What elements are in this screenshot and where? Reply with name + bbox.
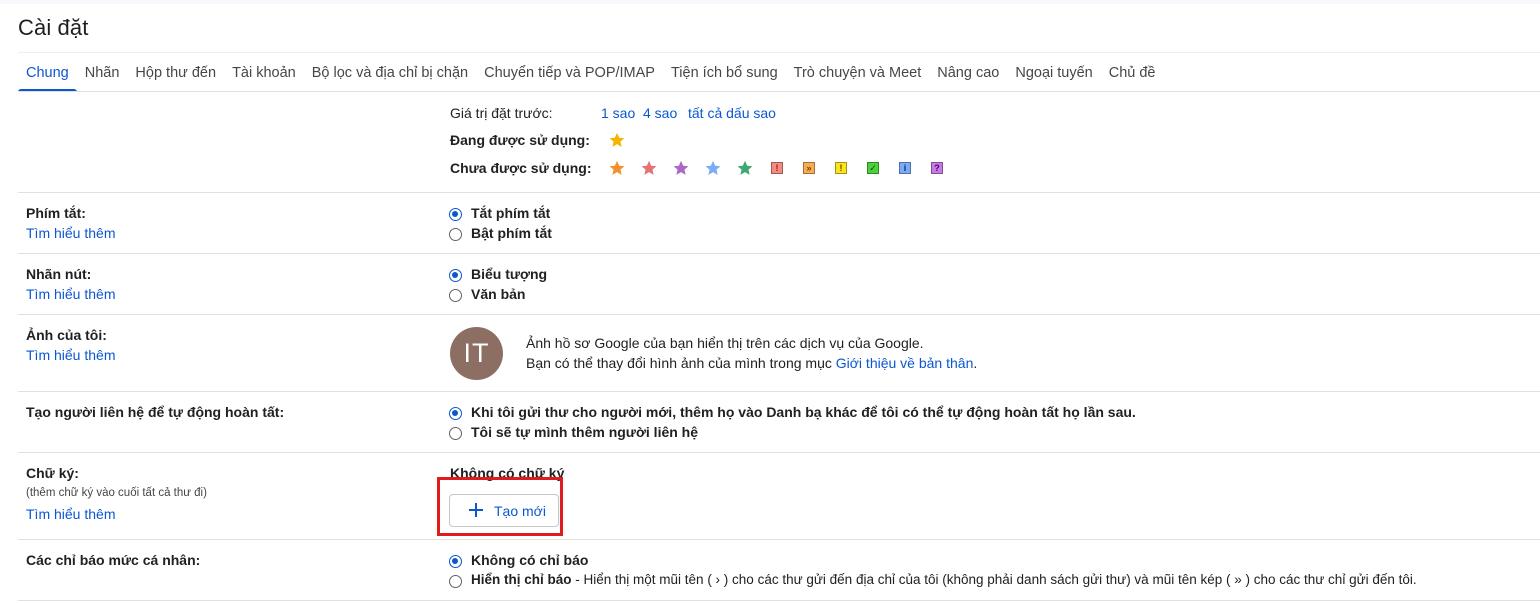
- tab-labels[interactable]: Nhãn: [77, 54, 128, 92]
- signature-learn-more-link[interactable]: Tìm hiểu thêm: [26, 506, 115, 522]
- divider: [18, 52, 1540, 53]
- my-picture-info-prefix: Bạn có thể thay đổi hình ảnh của mình tr…: [526, 355, 836, 371]
- autocomplete-manual-label[interactable]: Tôi sẽ tự mình thêm người liên hệ: [471, 424, 698, 440]
- tab-general[interactable]: Chung: [18, 54, 77, 92]
- shortcuts-learn-more-link[interactable]: Tìm hiểu thêm: [26, 225, 115, 241]
- indicators-none-label[interactable]: Không có chỉ báo: [471, 552, 588, 568]
- tab-themes[interactable]: Chủ đề: [1101, 54, 1164, 92]
- autocomplete-manual-radio[interactable]: [449, 427, 462, 440]
- preset-all-stars-link[interactable]: tất cả dấu sao: [688, 105, 776, 121]
- signature-sublabel: (thêm chữ ký vào cuối tất cả thư đi): [26, 487, 207, 499]
- indicators-show-label: Hiển thị chỉ báo: [471, 572, 572, 587]
- create-new-signature-button[interactable]: Tạo mới: [449, 494, 559, 527]
- autocomplete-auto-label[interactable]: Khi tôi gửi thư cho người mới, thêm họ v…: [471, 404, 1136, 420]
- tab-inbox[interactable]: Hộp thư đến: [127, 54, 224, 92]
- button-labels-icons-label[interactable]: Biểu tượng: [471, 266, 547, 282]
- purple-star-icon[interactable]: [672, 159, 690, 177]
- tab-filters[interactable]: Bộ lọc và địa chỉ bị chặn: [304, 54, 476, 92]
- tabs-divider: [18, 91, 1540, 92]
- purple-question-icon[interactable]: ?: [931, 162, 943, 174]
- tab-advanced[interactable]: Nâng cao: [929, 54, 1007, 92]
- green-check-icon[interactable]: ✓: [867, 162, 879, 174]
- about-me-link[interactable]: Giới thiệu về bản thân: [836, 355, 974, 371]
- my-picture-info-line2: Bạn có thể thay đổi hình ảnh của mình tr…: [526, 355, 977, 371]
- indicators-show-description: - Hiển thị một mũi tên ( › ) cho các thư…: [571, 572, 1417, 587]
- button-labels-icons-radio[interactable]: [449, 269, 462, 282]
- shortcuts-off-label[interactable]: Tắt phím tắt: [471, 205, 550, 221]
- no-signature-text: Không có chữ ký: [450, 465, 565, 481]
- divider: [18, 539, 1540, 540]
- settings-page: Cài đặt Chung Nhãn Hộp thư đến Tài khoản…: [0, 0, 1540, 603]
- yellow-star-icon[interactable]: [608, 131, 626, 149]
- red-bang-icon[interactable]: !: [771, 162, 783, 174]
- button-labels-text-label[interactable]: Văn bản: [471, 286, 525, 302]
- shortcuts-label: Phím tắt:: [26, 205, 86, 221]
- blue-info-icon[interactable]: i: [899, 162, 911, 174]
- divider: [18, 452, 1540, 453]
- orange-star-icon[interactable]: [608, 159, 626, 177]
- my-picture-learn-more-link[interactable]: Tìm hiểu thêm: [26, 347, 115, 363]
- tab-addons[interactable]: Tiện ích bổ sung: [663, 54, 786, 92]
- signature-label: Chữ ký:: [26, 465, 79, 481]
- tab-chat-meet[interactable]: Trò chuyện và Meet: [786, 54, 930, 92]
- my-picture-info-suffix: .: [973, 355, 978, 371]
- settings-tabs: Chung Nhãn Hộp thư đến Tài khoản Bộ lọc …: [18, 54, 1164, 92]
- yellow-bang-icon[interactable]: !: [835, 162, 847, 174]
- blue-star-icon[interactable]: [704, 159, 722, 177]
- divider: [18, 192, 1540, 193]
- stars-not-in-use-label: Chưa được sử dụng:: [450, 160, 592, 176]
- top-edge: [0, 0, 1540, 4]
- page-title: Cài đặt: [18, 15, 89, 40]
- indicators-show-radio[interactable]: [449, 575, 462, 588]
- button-labels-learn-more-link[interactable]: Tìm hiểu thêm: [26, 286, 115, 302]
- stars-in-use-label: Đang được sử dụng:: [450, 132, 590, 148]
- shortcuts-on-label[interactable]: Bật phím tắt: [471, 225, 552, 241]
- autocomplete-label: Tạo người liên hệ để tự động hoàn tất:: [26, 404, 285, 420]
- stars-presets-label: Giá trị đặt trước:: [450, 105, 553, 121]
- divider: [18, 391, 1540, 392]
- my-picture-label: Ảnh của tôi:: [26, 327, 107, 343]
- autocomplete-auto-radio[interactable]: [449, 407, 462, 420]
- avatar: IT: [450, 327, 503, 380]
- button-labels-text-radio[interactable]: [449, 289, 462, 302]
- preset-4-stars-link[interactable]: 4 sao: [643, 105, 677, 121]
- green-star-icon[interactable]: [736, 159, 754, 177]
- plus-icon: [468, 502, 484, 518]
- button-labels-label: Nhãn nút:: [26, 266, 92, 282]
- personal-indicators-label: Các chỉ báo mức cá nhân:: [26, 552, 201, 568]
- tab-forwarding[interactable]: Chuyển tiếp và POP/IMAP: [476, 54, 663, 92]
- shortcuts-off-radio[interactable]: [449, 208, 462, 221]
- indicators-none-radio[interactable]: [449, 555, 462, 568]
- indicators-show-row[interactable]: Hiển thị chỉ báo - Hiển thị một mũi tên …: [471, 572, 1417, 587]
- red-star-icon[interactable]: [640, 159, 658, 177]
- tab-offline[interactable]: Ngoại tuyến: [1007, 54, 1100, 92]
- shortcuts-on-radio[interactable]: [449, 228, 462, 241]
- divider: [18, 600, 1540, 601]
- preset-1-star-link[interactable]: 1 sao: [601, 105, 635, 121]
- divider: [18, 253, 1540, 254]
- create-new-label: Tạo mới: [494, 503, 546, 519]
- tab-accounts[interactable]: Tài khoản: [224, 54, 304, 92]
- orange-guillemet-icon[interactable]: »: [803, 162, 815, 174]
- my-picture-info-line1: Ảnh hồ sơ Google của bạn hiển thị trên c…: [526, 335, 924, 351]
- divider: [18, 314, 1540, 315]
